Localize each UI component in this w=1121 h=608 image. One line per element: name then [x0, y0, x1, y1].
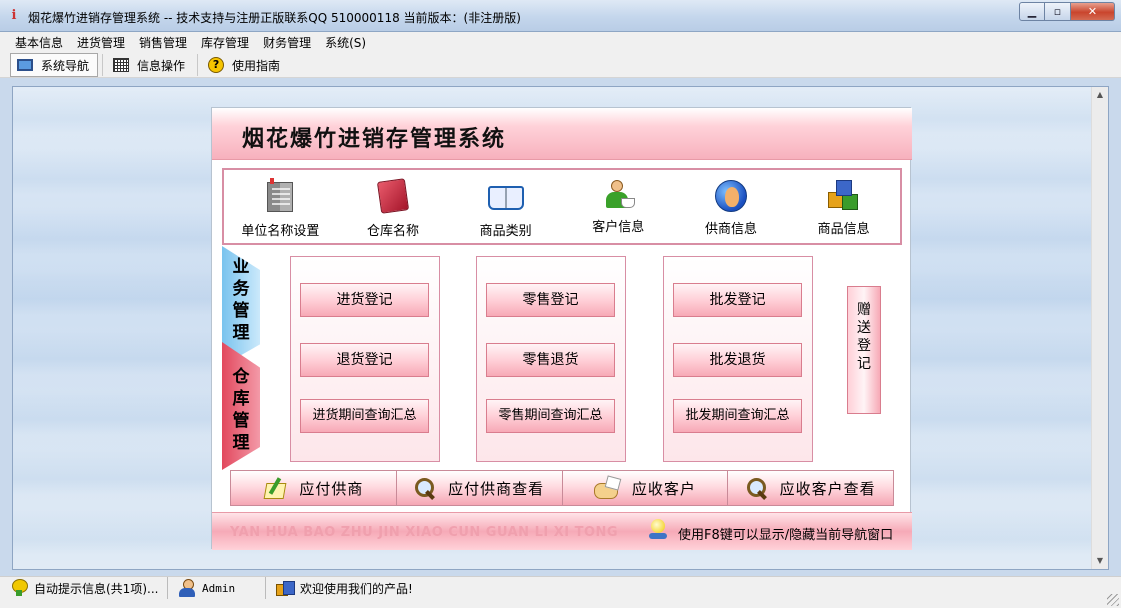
f8-hint: 使用F8键可以显示/隐藏当前导航窗口: [678, 528, 894, 543]
shortcut-label: 供商信息: [704, 222, 757, 237]
menu-bar: 基本信息 进货管理 销售管理 库存管理 财务管理 系统(S): [0, 32, 1121, 52]
grid-icon: [113, 58, 130, 72]
scroll-down-icon[interactable]: ▼: [1092, 553, 1108, 569]
panel-footer: YAN HUA BAO ZHU JIN XIAO CUN GUAN LI XI …: [212, 512, 912, 550]
menu-system[interactable]: 系统(S): [318, 32, 373, 52]
status-bar: 自动提示信息(共1项)... Admin 欢迎使用我们的产品!: [0, 576, 1121, 608]
purchase-period-summary-button[interactable]: 进货期间查询汇总: [300, 399, 429, 433]
payable-supplier-view-label: 应付供商查看: [448, 479, 545, 498]
app-icon: i: [11, 8, 17, 23]
purchase-entry-button[interactable]: 进货登记: [300, 283, 429, 317]
info-operation-button[interactable]: 信息操作: [107, 53, 193, 77]
tab-warehouse-label: 仓库管理: [232, 367, 250, 453]
help-icon: ?: [208, 57, 225, 73]
shortcut-label: 单位名称设置: [241, 224, 320, 239]
magnifier-icon: [414, 477, 436, 499]
menu-inventory[interactable]: 库存管理: [194, 32, 256, 52]
lightbulb-icon: [649, 519, 667, 541]
purchase-group: 进货登记 退货登记 进货期间查询汇总: [290, 256, 440, 462]
tab-warehouse-management[interactable]: 仓库管理: [222, 342, 260, 470]
receivable-customer-label: 应收客户: [631, 479, 696, 498]
wholesale-group: 批发登记 批发退货 批发期间查询汇总: [663, 256, 813, 462]
payable-supplier-view-button[interactable]: 应付供商查看: [396, 471, 563, 505]
wholesale-period-summary-button[interactable]: 批发期间查询汇总: [673, 399, 802, 433]
payable-supplier-button[interactable]: 应付供商: [231, 471, 397, 505]
retail-period-summary-button[interactable]: 零售期间查询汇总: [486, 399, 615, 433]
retail-entry-button[interactable]: 零售登记: [486, 283, 615, 317]
magnifier-icon: [746, 477, 768, 499]
product-box-icon: [276, 579, 295, 597]
shortcut-label: 客户信息: [592, 220, 645, 235]
shortcut-customer-info[interactable]: 客户信息: [568, 170, 668, 243]
shortcut-product-category[interactable]: 商品类别: [456, 170, 556, 243]
welcome-text: 欢迎使用我们的产品!: [300, 581, 413, 596]
panel-title: 烟花爆竹进销存管理系统: [242, 127, 507, 152]
purchase-return-button[interactable]: 退货登记: [300, 343, 429, 377]
person-cup-icon: [603, 180, 636, 210]
toolbar: 系统导航 信息操作 ? 使用指南: [0, 52, 1121, 78]
shortcut-product-info[interactable]: 商品信息: [794, 170, 894, 243]
toolbar-separator: [102, 54, 104, 76]
wholesale-return-button[interactable]: 批发退货: [673, 343, 802, 377]
pinyin-banner: YAN HUA BAO ZHU JIN XIAO CUN GUAN LI XI …: [230, 525, 619, 540]
menu-sales[interactable]: 销售管理: [132, 32, 194, 52]
navigation-panel: 烟花爆竹进销存管理系统 单位名称设置 仓库名称 商品类别 客户信息 供商信息 商…: [211, 107, 912, 550]
auto-tips-text: 自动提示信息(共1项)...: [34, 581, 159, 596]
gift-entry-button[interactable]: 赠送登记: [847, 286, 881, 414]
shortcut-label: 仓库名称: [366, 224, 419, 239]
shortcut-label: 商品类别: [479, 224, 532, 239]
lightbulb-icon: [10, 579, 28, 597]
cubes-icon: [827, 180, 860, 212]
user-icon: [178, 579, 196, 597]
user-guide-button[interactable]: ? 使用指南: [202, 53, 288, 77]
monitor-icon: [17, 59, 33, 71]
building-icon: [263, 178, 297, 214]
auto-tips-status[interactable]: 自动提示信息(共1项)...: [0, 577, 168, 599]
system-nav-button[interactable]: 系统导航: [10, 53, 99, 77]
receivable-customer-view-button[interactable]: 应收客户查看: [728, 471, 893, 505]
system-nav-label: 系统导航: [41, 58, 90, 73]
wholesale-entry-button[interactable]: 批发登记: [673, 283, 802, 317]
user-status: Admin: [168, 577, 266, 599]
maximize-button[interactable]: ▫: [1045, 2, 1071, 21]
retail-return-button[interactable]: 零售退货: [486, 343, 615, 377]
retail-group: 零售登记 零售退货 零售期间查询汇总: [476, 256, 626, 462]
gift-entry-label: 赠送登记: [857, 302, 871, 372]
vertical-scrollbar[interactable]: ▲ ▼: [1091, 87, 1108, 569]
menu-purchase[interactable]: 进货管理: [70, 32, 132, 52]
scroll-up-icon[interactable]: ▲: [1092, 87, 1108, 103]
user-name: Admin: [202, 581, 236, 595]
pen-paper-icon: [263, 477, 287, 499]
window-title: 烟花爆竹进销存管理系统 -- 技术支持与注册正版联系QQ 510000118 当…: [28, 11, 521, 25]
shortcut-label: 商品信息: [817, 222, 870, 237]
minimize-button[interactable]: ▁: [1019, 2, 1045, 21]
book-icon: [487, 180, 524, 214]
hand-document-icon: [593, 477, 620, 499]
panel-header: 烟花爆竹进销存管理系统: [212, 108, 912, 160]
welcome-status: 欢迎使用我们的产品!: [266, 577, 566, 599]
close-button[interactable]: ✕: [1071, 2, 1115, 21]
resize-grip[interactable]: [1107, 594, 1119, 606]
finance-shortcuts: 应付供商 应付供商查看 应收客户 应收客户查看: [230, 470, 894, 506]
receivable-customer-button[interactable]: 应收客户: [562, 471, 729, 505]
folder-icon: [376, 178, 410, 214]
shortcut-warehouse-name[interactable]: 仓库名称: [343, 170, 443, 243]
workspace: ▲ ▼ 烟花爆竹进销存管理系统 单位名称设置 仓库名称 商品类别 客户信息 供商…: [12, 86, 1109, 570]
menu-basic-info[interactable]: 基本信息: [8, 32, 70, 52]
receivable-customer-view-label: 应收客户查看: [779, 479, 876, 498]
user-guide-label: 使用指南: [232, 58, 281, 73]
menu-finance[interactable]: 财务管理: [256, 32, 318, 52]
title-bar: i 烟花爆竹进销存管理系统 -- 技术支持与注册正版联系QQ 510000118…: [0, 0, 1121, 32]
toolbar-separator: [197, 54, 199, 76]
shortcut-supplier-info[interactable]: 供商信息: [681, 170, 781, 243]
window-controls: ▁ ▫ ✕: [1019, 2, 1115, 22]
shortcut-company-settings[interactable]: 单位名称设置: [230, 170, 330, 243]
globe-person-icon: [714, 180, 747, 212]
payable-supplier-label: 应付供商: [299, 479, 364, 498]
tab-business-label: 业务管理: [232, 257, 250, 343]
info-operation-label: 信息操作: [137, 58, 186, 73]
basic-info-shortcuts: 单位名称设置 仓库名称 商品类别 客户信息 供商信息 商品信息: [222, 168, 902, 245]
